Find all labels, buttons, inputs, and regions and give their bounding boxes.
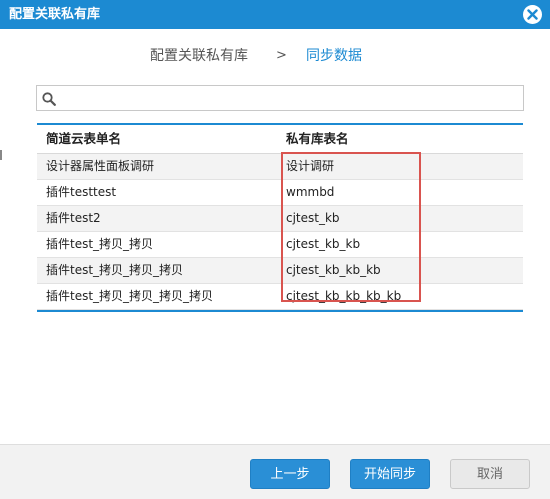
start-sync-button[interactable]: 开始同步 [350,459,430,489]
step-configure-library: 配置关联私有库 [150,48,248,64]
search-box[interactable] [36,85,524,111]
table-row[interactable]: 插件test2 cjtest_kb [37,206,523,232]
step-separator: > [276,48,287,63]
form-name-cell: 插件test_拷贝_拷贝 [46,237,154,251]
private-table-name-cell: 设计调研 [286,159,335,173]
dialog-footer: 上一步 开始同步 取消 [0,444,550,499]
form-name-cell: 插件test_拷贝_拷贝_拷贝_拷贝 [46,289,214,303]
search-icon [42,91,56,110]
private-table-name-cell: cjtest_kb_kb_kb [286,263,381,277]
previous-step-button[interactable]: 上一步 [250,459,330,489]
private-table-name-cell: cjtest_kb_kb [286,237,361,251]
table-row[interactable]: 插件test_拷贝_拷贝_拷贝 cjtest_kb_kb_kb [37,258,523,284]
private-table-name-cell: wmmbd [286,185,335,199]
edge-marker [0,150,2,160]
table-row[interactable]: 设计器属性面板调研 设计调研 [37,154,523,180]
private-table-name-cell: cjtest_kb_kb_kb_kb [286,289,402,303]
close-button[interactable] [523,5,542,24]
table-row[interactable]: 插件testtest wmmbd [37,180,523,206]
header-private-table-name: 私有库表名 [286,131,349,146]
table-row[interactable]: 插件test_拷贝_拷贝 cjtest_kb_kb [37,232,523,258]
table-body: 设计器属性面板调研 设计调研 插件testtest wmmbd 插件test2 … [37,154,523,312]
private-table-name-cell: cjtest_kb [286,211,340,225]
wizard-steps: 配置关联私有库 > 同步数据 [0,44,550,68]
step-sync-data: 同步数据 [306,48,362,64]
dialog-title: 配置关联私有库 [9,7,101,22]
form-name-cell: 插件testtest [46,185,117,199]
dialog-titlebar: 配置关联私有库 [0,0,550,29]
form-name-cell: 设计器属性面板调研 [46,159,155,173]
search-input[interactable] [61,88,519,108]
cancel-button[interactable]: 取消 [450,459,530,489]
table-row[interactable]: 插件test_拷贝_拷贝_拷贝_拷贝 cjtest_kb_kb_kb_kb [37,284,523,310]
form-name-cell: 插件test2 [46,211,101,225]
form-name-cell: 插件test_拷贝_拷贝_拷贝 [46,263,184,277]
header-form-name: 简道云表单名 [46,131,122,146]
close-icon [527,9,538,20]
mapping-table: 简道云表单名 私有库表名 设计器属性面板调研 设计调研 插件testtest w… [37,123,523,312]
table-header: 简道云表单名 私有库表名 [37,125,523,154]
